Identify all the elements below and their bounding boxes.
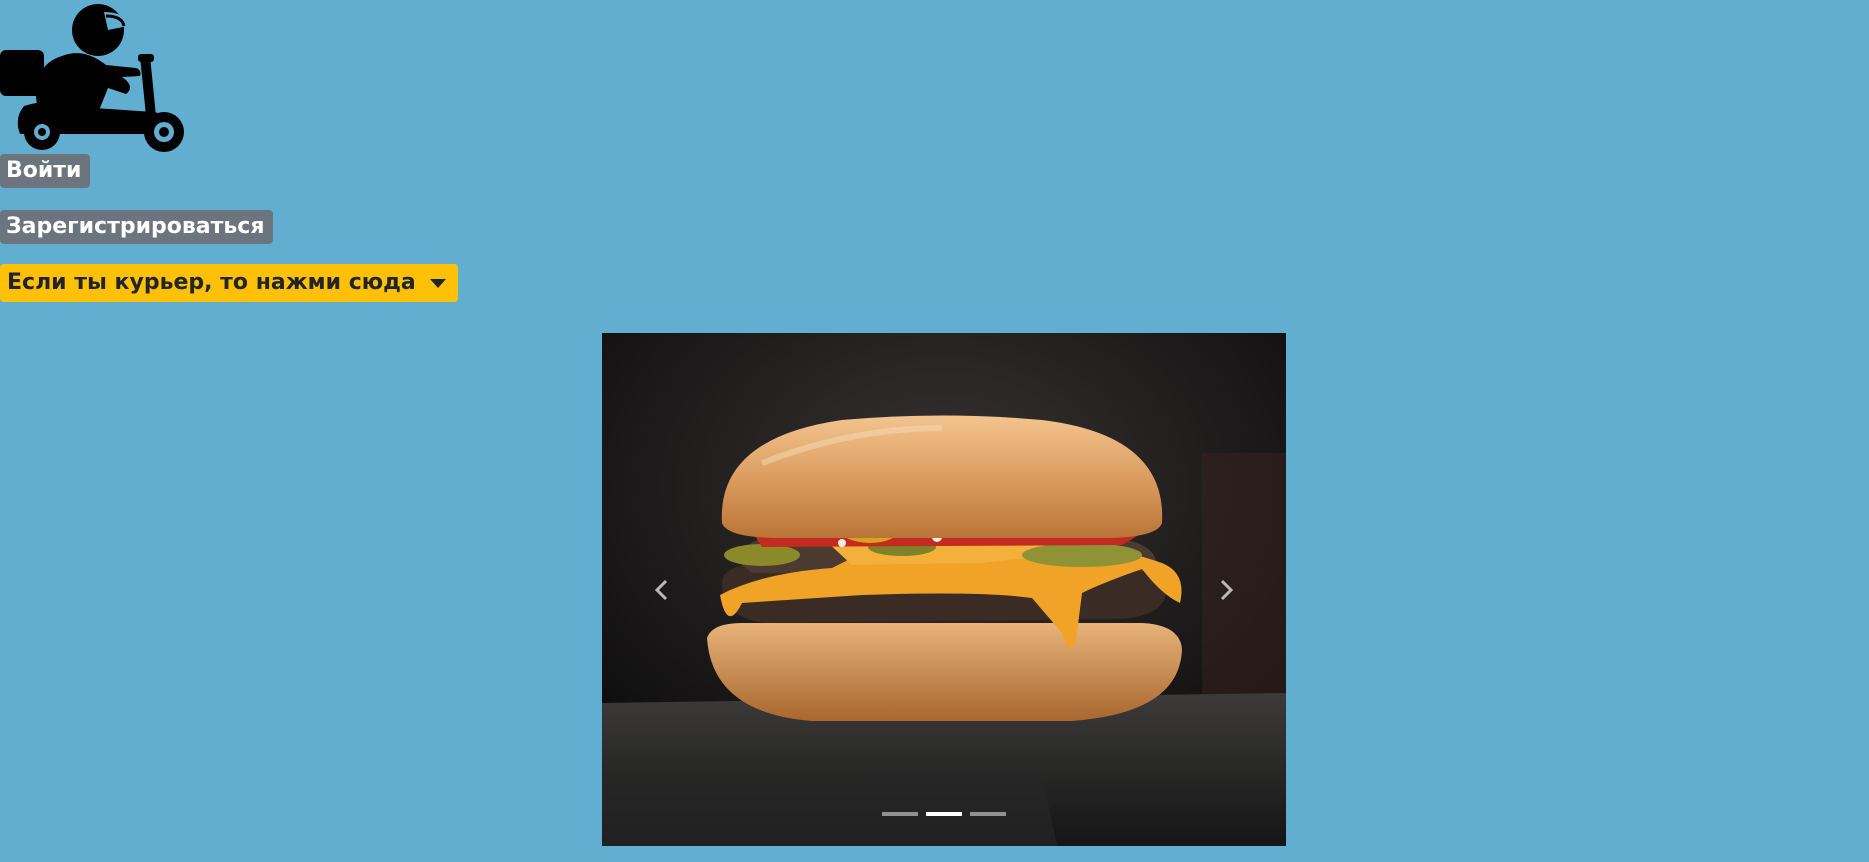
carousel-indicators [602,812,1286,816]
register-button[interactable]: Зарегистрироваться [0,210,274,244]
chevron-left-icon [654,579,668,600]
carousel-indicator[interactable] [970,812,1006,816]
courier-dropdown-button[interactable]: Если ты курьер, то нажми сюда [0,264,458,302]
carousel-next-button[interactable] [1166,333,1286,846]
courier-scooter-logo-icon [0,4,184,152]
caret-down-icon [429,278,446,288]
carousel-prev-button[interactable] [602,333,722,846]
chevron-right-icon [1220,579,1234,600]
carousel-indicator-active[interactable] [926,812,962,816]
carousel-indicator[interactable] [882,812,918,816]
login-button[interactable]: Войти [0,154,91,188]
courier-dropdown-label: Если ты курьер, то нажми сюда [7,270,416,295]
image-carousel [602,333,1286,846]
